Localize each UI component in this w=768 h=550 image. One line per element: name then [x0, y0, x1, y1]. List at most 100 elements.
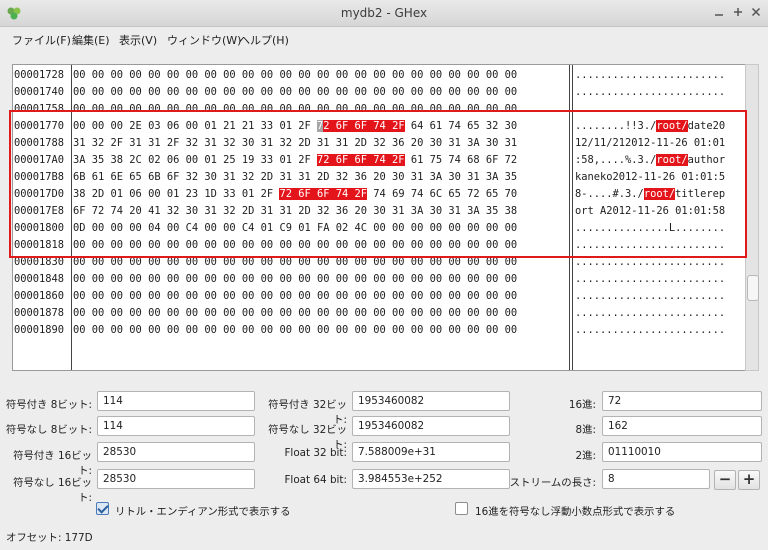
ascii-row[interactable]: ........................	[575, 84, 725, 101]
byte-text: 74 69 74 6C 65 72 65 70	[367, 188, 518, 200]
float-32bit-label: Float 32 bit:	[284, 447, 347, 459]
hex-row[interactable]: 00 00 00 00 00 00 00 00 00 00 00 00 00 0…	[73, 237, 517, 254]
byte-text: 00 00 00 2E 03 06 00 01 21 21 33 01 2F	[73, 120, 317, 132]
hex-row[interactable]: 00 00 00 00 00 00 00 00 00 00 00 00 00 0…	[73, 305, 517, 322]
byte-text: ........!!3./	[575, 120, 657, 132]
highlighted-bytes: 72 6F 6F 74 2F	[279, 188, 368, 200]
highlighted-bytes: 72 6F 6F 74 2F	[316, 154, 405, 166]
unsigned-32bit-field[interactable]: 1953460082	[352, 416, 510, 436]
ascii-row[interactable]: ...............L........	[575, 220, 725, 237]
byte-text: ........................	[575, 290, 726, 302]
unsigned-16bit-field[interactable]: 28530	[97, 469, 255, 489]
byte-text: ........................	[575, 324, 726, 336]
little-endian-checkbox[interactable]	[96, 502, 109, 515]
signed-8bit-label: 符号付き 8ビット:	[5, 399, 92, 411]
hex-row[interactable]: 00 00 00 00 00 00 00 00 00 00 00 00 00 0…	[73, 288, 517, 305]
ascii-row[interactable]: 12/11/212012-11-26 01:01	[575, 135, 725, 152]
offset-label: 000017D0	[14, 188, 65, 200]
menu-edit[interactable]: 編集(E)	[72, 32, 110, 48]
menu-help[interactable]: ヘルプ(H)	[239, 32, 289, 48]
signed-32bit-field[interactable]: 1953460082	[352, 391, 510, 411]
unsigned-8bit-label: 符号なし 8ビット:	[5, 424, 92, 436]
hex-row[interactable]: 00 00 00 00 00 00 00 00 00 00 00 00 00 0…	[73, 271, 517, 288]
stream-length-increment-button[interactable]: +	[738, 470, 760, 490]
stream-length-decrement-button[interactable]: −	[714, 470, 736, 490]
byte-text: 00 00 00 00 00 00 00 00 00 00 00 00 00 0…	[73, 273, 518, 285]
little-endian-label: リトル・エンディアン形式で表示する	[115, 506, 291, 518]
octal-value-field[interactable]: 162	[602, 416, 762, 436]
ascii-row[interactable]: ........................	[575, 101, 725, 118]
signed-16bit-label: 符号付き 16ビット:	[13, 450, 92, 477]
unsigned-float-hex-label: 16進を符号なし浮動小数点形式で表示する	[475, 506, 676, 518]
byte-text: 6B 61 6E 65 6B 6F 32 30 31 32 2D 31 31 2…	[73, 171, 518, 183]
highlighted-bytes: root/	[643, 188, 676, 200]
ascii-row[interactable]: ........!!3./root/date20	[575, 118, 725, 135]
unsigned-8bit-field[interactable]: 114	[97, 416, 255, 436]
hex-row[interactable]: 00 00 00 2E 03 06 00 01 21 21 33 01 2F 7…	[73, 118, 517, 135]
ascii-row[interactable]: kaneko2012-11-26 01:01:5	[575, 169, 725, 186]
ascii-row[interactable]: ........................	[575, 305, 725, 322]
byte-text: ........................	[575, 256, 726, 268]
unsigned-16bit-label: 符号なし 16ビット:	[13, 477, 92, 504]
hex-row[interactable]: 6F 72 74 20 41 32 30 31 32 2D 31 31 2D 3…	[73, 203, 517, 220]
ascii-row[interactable]: ........................	[575, 67, 725, 84]
ascii-row[interactable]: ........................	[575, 322, 725, 339]
ascii-row[interactable]: ........................	[575, 237, 725, 254]
byte-text: 38 2D 01 06 00 01 23 1D 33 01 2F	[73, 188, 280, 200]
binary-value-field[interactable]: 01110010	[602, 442, 762, 462]
vertical-scrollbar[interactable]	[745, 64, 759, 371]
hex-column[interactable]: 00 00 00 00 00 00 00 00 00 00 00 00 00 0…	[72, 65, 570, 370]
ascii-column[interactable]: ........................................…	[572, 65, 746, 370]
byte-text: 6F 72 74 20 41 32 30 31 32 2D 31 31 2D 3…	[73, 205, 518, 217]
offset-label: 00001788	[14, 137, 65, 149]
byte-text: 00 00 00 00 00 00 00 00 00 00 00 00 00 0…	[73, 290, 518, 302]
offset-label: 000017E8	[14, 205, 65, 217]
byte-text: 31 32 2F 31 31 2F 32 31 32 30 31 32 2D 3…	[73, 137, 518, 149]
ascii-row[interactable]: ort A2012-11-26 01:01:58	[575, 203, 725, 220]
byte-text: 3A 35 38 2C 02 06 00 01 25 19 33 01 2F	[73, 154, 317, 166]
hex-row[interactable]: 3A 35 38 2C 02 06 00 01 25 19 33 01 2F 7…	[73, 152, 517, 169]
scrollbar-thumb[interactable]	[747, 275, 759, 301]
unsigned-float-hex-checkbox[interactable]	[455, 502, 468, 515]
hex-row[interactable]: 31 32 2F 31 31 2F 32 31 32 30 31 32 2D 3…	[73, 135, 517, 152]
ascii-row[interactable]: 8-....#.3./root/titlerep	[575, 186, 725, 203]
menu-window[interactable]: ウィンドウ(W)	[167, 32, 241, 48]
minimize-icon[interactable]	[712, 5, 726, 19]
hex-view[interactable]: 00001728 00001740 00001758 00001770 00001788…	[12, 64, 746, 371]
ascii-row[interactable]: ........................	[575, 254, 725, 271]
menu-file[interactable]: ファイル(F)	[12, 32, 71, 48]
byte-text: ...............L........	[575, 222, 726, 234]
hex-row[interactable]: 00 00 00 00 00 00 00 00 00 00 00 00 00 0…	[73, 322, 517, 339]
maximize-icon[interactable]	[731, 5, 745, 19]
float-32bit-field[interactable]: 7.588009e+31	[352, 442, 510, 462]
ascii-row[interactable]: :58,....%.3./root/author	[575, 152, 725, 169]
hex-row[interactable]: 00 00 00 00 00 00 00 00 00 00 00 00 00 0…	[73, 84, 517, 101]
byte-text: :58,....%.3./	[575, 154, 657, 166]
byte-text: 61 75 74 68 6F 72	[404, 154, 518, 166]
hex-row[interactable]: 00 00 00 00 00 00 00 00 00 00 00 00 00 0…	[73, 101, 517, 118]
hex-row[interactable]: 38 2D 01 06 00 01 23 1D 33 01 2F 72 6F 6…	[73, 186, 517, 203]
signed-16bit-field[interactable]: 28530	[97, 442, 255, 462]
menu-view[interactable]: 表示(V)	[119, 32, 157, 48]
stream-length-input[interactable]: 8	[602, 469, 710, 489]
ascii-row[interactable]: ........................	[575, 271, 725, 288]
float-64bit-field[interactable]: 3.984553e+252	[352, 469, 510, 489]
title-bar: mydb2 - GHex	[0, 0, 768, 27]
signed-8bit-field[interactable]: 114	[97, 391, 255, 411]
hex-row[interactable]: 00 00 00 00 00 00 00 00 00 00 00 00 00 0…	[73, 67, 517, 84]
offset-label: 00001830	[14, 256, 65, 268]
byte-text: 64 61 74 65 32 30	[404, 120, 518, 132]
byte-text: ........................	[575, 239, 726, 251]
hex-row[interactable]: 0D 00 00 00 04 00 C4 00 00 C4 01 C9 01 F…	[73, 220, 517, 237]
hex-row[interactable]: 00 00 00 00 00 00 00 00 00 00 00 00 00 0…	[73, 254, 517, 271]
stream-length-label: ストリームの長さ:	[509, 477, 596, 489]
ascii-row[interactable]: ........................	[575, 288, 725, 305]
offset-label: 00001758	[14, 103, 65, 115]
hex-value-field[interactable]: 72	[602, 391, 762, 411]
hex-row[interactable]: 6B 61 6E 65 6B 6F 32 30 31 32 2D 31 31 2…	[73, 169, 517, 186]
byte-text: 00 00 00 00 00 00 00 00 00 00 00 00 00 0…	[73, 239, 518, 251]
byte-text: 8-....#.3./	[575, 188, 644, 200]
offset-label: 00001860	[14, 290, 65, 302]
close-icon[interactable]	[749, 5, 763, 19]
byte-text: 00 00 00 00 00 00 00 00 00 00 00 00 00 0…	[73, 103, 518, 115]
